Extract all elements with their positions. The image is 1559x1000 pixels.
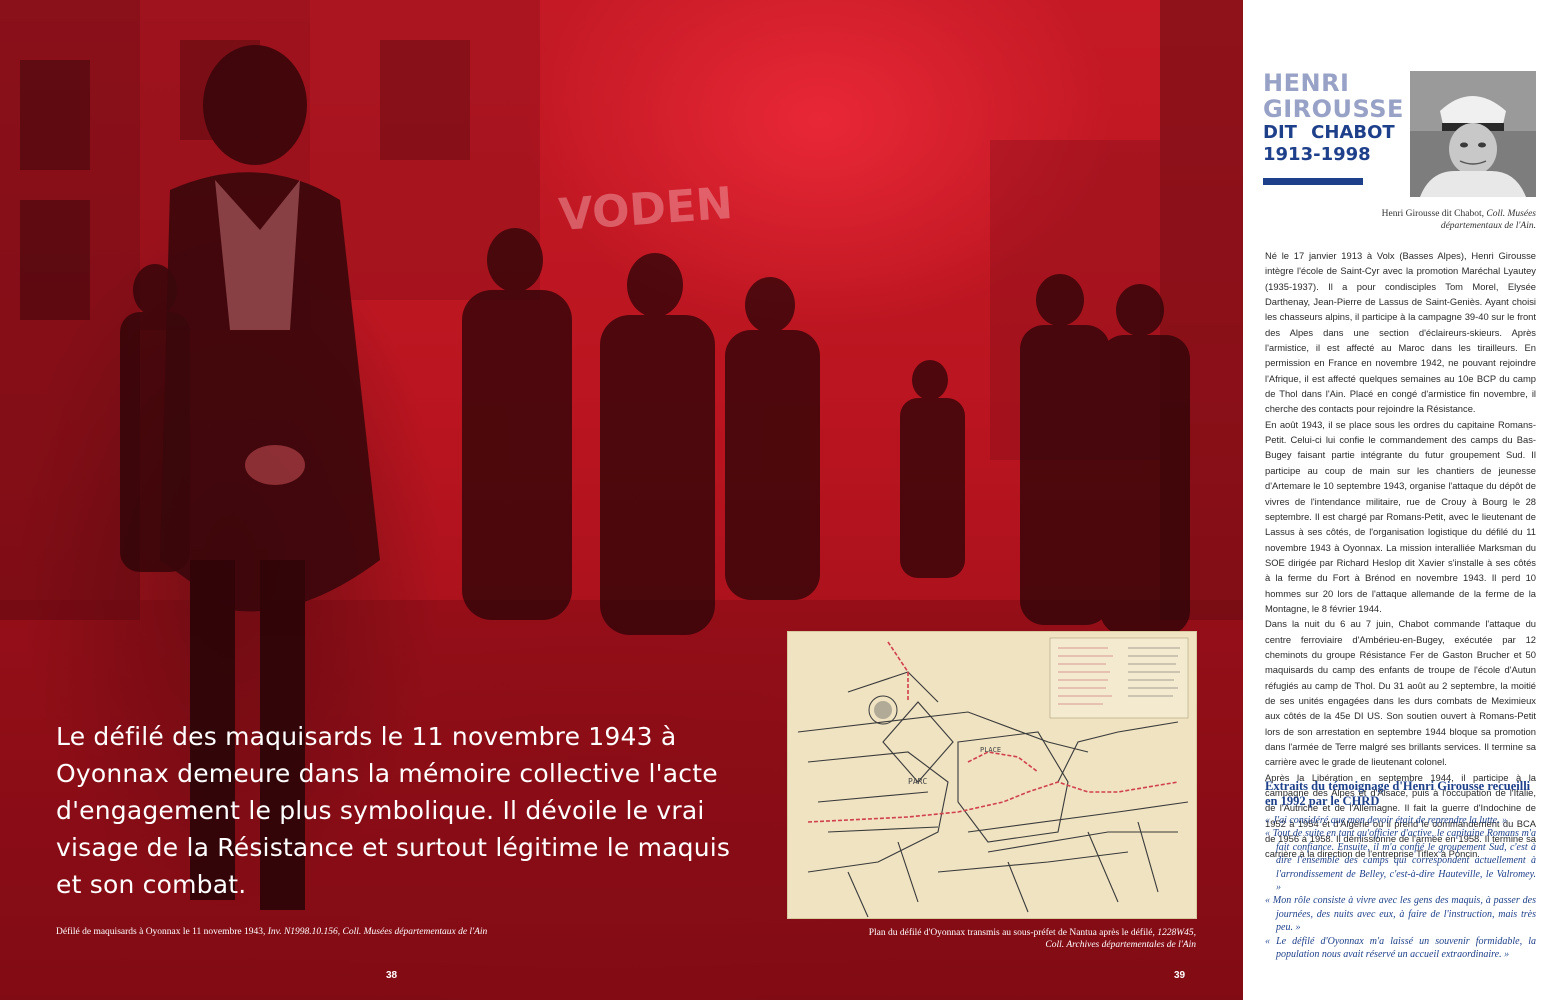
- photo-caption-text: Défilé de maquisards à Oyonnax le 11 nov…: [56, 927, 268, 937]
- svg-text:VODEN: VODEN: [557, 178, 734, 241]
- extract-item: « J'ai considéré que mon devoir était de…: [1265, 815, 1508, 826]
- bio-paragraph: Né le 17 janvier 1913 à Volx (Basses Alp…: [1265, 250, 1536, 415]
- extract-item: « Le défilé d'Oyonnax m'a laissé un souv…: [1265, 935, 1536, 961]
- page-number-left: 38: [386, 970, 398, 981]
- pull-quote: Le défilé des maquisards le 11 novembre …: [56, 722, 731, 899]
- person-last-name: GIROUSSE: [1263, 95, 1404, 123]
- portrait-illustration: [1410, 71, 1536, 197]
- parade-route-map: PARC PLACE: [788, 632, 1196, 918]
- map-label-parc: PARC: [908, 777, 927, 786]
- portrait-caption: Henri Girousse dit Chabot, Coll. Musées …: [1380, 208, 1536, 232]
- person-first-name: HENRI: [1263, 69, 1350, 97]
- map-caption-line2: Coll. Archives départementales de l'Ain: [1045, 940, 1196, 950]
- extracts-list: « J'ai considéré que mon devoir était de…: [1265, 814, 1536, 961]
- map-caption: Plan du défilé d'Oyonnax transmis au sou…: [788, 927, 1196, 951]
- map-caption-line1-wrap: Plan du défilé d'Oyonnax transmis au sou…: [788, 927, 1196, 939]
- map-label-place: PLACE: [980, 746, 1001, 754]
- page-number-right: 39: [1174, 970, 1186, 981]
- person-nickname: DIT CHABOT: [1263, 122, 1395, 143]
- photo-caption: Défilé de maquisards à Oyonnax le 11 nov…: [56, 927, 487, 937]
- portrait-photo-icon: [1410, 71, 1536, 197]
- map-caption-line2-wrap: Coll. Archives départementales de l'Ain: [788, 939, 1196, 951]
- extract-item: « Tout de suite en tant qu'officier d'ac…: [1265, 828, 1536, 894]
- title-underline: [1263, 178, 1363, 185]
- extracts-heading: Extraits du témoignage d'Henri Girousse …: [1265, 779, 1531, 808]
- extract-item: « Mon rôle consiste à vivre avec les gen…: [1265, 895, 1536, 934]
- biography-text: Né le 17 janvier 1913 à Volx (Basses Alp…: [1265, 248, 1536, 862]
- photo-caption-reference: Inv. N1998.10.156, Coll. Musées départem…: [267, 927, 488, 937]
- portrait-caption-text: Henri Girousse dit Chabot,: [1381, 209, 1487, 219]
- bio-paragraph: Dans la nuit du 6 au 7 juin, Chabot comm…: [1265, 618, 1536, 768]
- person-dates: 1913-1998: [1263, 144, 1371, 165]
- bio-paragraph: En août 1943, il se place sous les ordre…: [1265, 418, 1536, 614]
- person-alias: DIT CHABOT 1913-1998: [1263, 122, 1395, 166]
- map-caption-line1: Plan du défilé d'Oyonnax transmis au sou…: [868, 928, 1158, 938]
- map-illustration: PARC PLACE: [797, 637, 1189, 918]
- person-name: HENRI GIROUSSE: [1263, 70, 1404, 122]
- map-caption-reference: 1228W45,: [1157, 928, 1196, 938]
